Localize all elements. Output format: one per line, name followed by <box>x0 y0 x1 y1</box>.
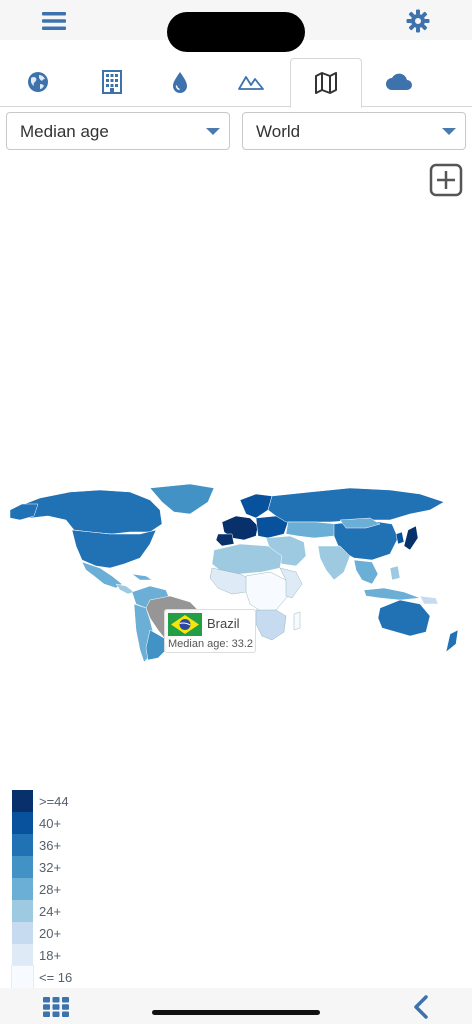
map-region-madagascar[interactable] <box>293 611 301 631</box>
legend-label: <= 16 <box>39 970 73 985</box>
tooltip-median-age: Median age: 33.2 <box>168 638 254 650</box>
category-tabs <box>0 58 472 108</box>
map-icon <box>315 72 337 94</box>
legend-label: >=44 <box>39 794 69 809</box>
map-region-papua[interactable] <box>419 595 439 605</box>
region-select-value: World <box>256 122 301 141</box>
legend-swatch <box>12 812 33 834</box>
tab-globe[interactable] <box>3 58 73 106</box>
legend-swatch <box>12 790 33 812</box>
chevron-down-icon <box>442 128 456 135</box>
legend-swatch <box>12 878 33 900</box>
map-region-usa[interactable] <box>71 529 157 569</box>
map-region-central-asia[interactable] <box>285 521 337 539</box>
indicator-select-value: Median age <box>20 122 109 141</box>
water-drop-icon <box>173 72 187 93</box>
hamburger-menu-icon[interactable] <box>40 8 68 34</box>
map-region-philippines[interactable] <box>389 565 401 581</box>
map-region-iberia[interactable] <box>215 533 235 547</box>
legend-swatch <box>12 856 33 878</box>
legend-label: 24+ <box>39 904 62 919</box>
gear-icon[interactable] <box>404 7 432 35</box>
region-select[interactable]: World <box>242 112 466 150</box>
map-region-central-america[interactable] <box>115 583 135 595</box>
brazil-flag-icon <box>168 613 202 636</box>
legend-label: 36+ <box>39 838 62 853</box>
legend-label: 20+ <box>39 926 62 941</box>
map-region-southeast-asia[interactable] <box>353 559 379 585</box>
tab-water[interactable] <box>145 58 215 106</box>
device-notch <box>167 12 305 52</box>
building-icon <box>102 70 122 94</box>
home-indicator[interactable] <box>152 1010 320 1015</box>
tab-building[interactable] <box>77 58 147 106</box>
legend-swatch <box>12 900 33 922</box>
cloud-icon <box>386 73 412 90</box>
legend-label: 28+ <box>39 882 62 897</box>
map-region-central-africa[interactable] <box>245 571 289 613</box>
map-region-indonesia[interactable] <box>363 587 421 601</box>
tab-mountains[interactable] <box>216 58 286 106</box>
map-region-southern-africa[interactable] <box>255 609 287 641</box>
tooltip-country-name: Brazil <box>207 616 240 631</box>
legend-label: 40+ <box>39 816 62 831</box>
legend-swatch <box>12 922 33 944</box>
legend-swatch <box>12 944 33 966</box>
map-region-scandinavia[interactable] <box>239 493 273 519</box>
chevron-down-icon <box>206 128 220 135</box>
map-region-canada[interactable] <box>13 489 163 535</box>
chevron-left-icon[interactable] <box>408 993 434 1021</box>
zoom-in-plus-icon[interactable] <box>428 162 464 198</box>
map-region-india[interactable] <box>317 545 351 581</box>
map-region-new-zealand[interactable] <box>445 629 459 653</box>
legend-swatch <box>11 965 34 989</box>
legend-label: 32+ <box>39 860 62 875</box>
map-region-korea[interactable] <box>395 531 405 545</box>
map-region-caribbean[interactable] <box>131 573 153 581</box>
legend-swatch <box>12 834 33 856</box>
legend-label: 18+ <box>39 948 62 963</box>
grid-view-icon[interactable] <box>40 995 72 1019</box>
globe-icon <box>28 72 48 92</box>
indicator-select[interactable]: Median age <box>6 112 230 150</box>
tab-cloud[interactable] <box>364 58 434 106</box>
tab-map[interactable] <box>290 58 362 108</box>
country-tooltip: Brazil Median age: 33.2 <box>164 609 256 653</box>
map-region-north-africa[interactable] <box>211 543 283 575</box>
mountains-icon <box>238 76 264 90</box>
map-region-russia[interactable] <box>267 487 445 523</box>
map-region-australia[interactable] <box>377 599 431 637</box>
map-region-japan[interactable] <box>403 525 419 551</box>
